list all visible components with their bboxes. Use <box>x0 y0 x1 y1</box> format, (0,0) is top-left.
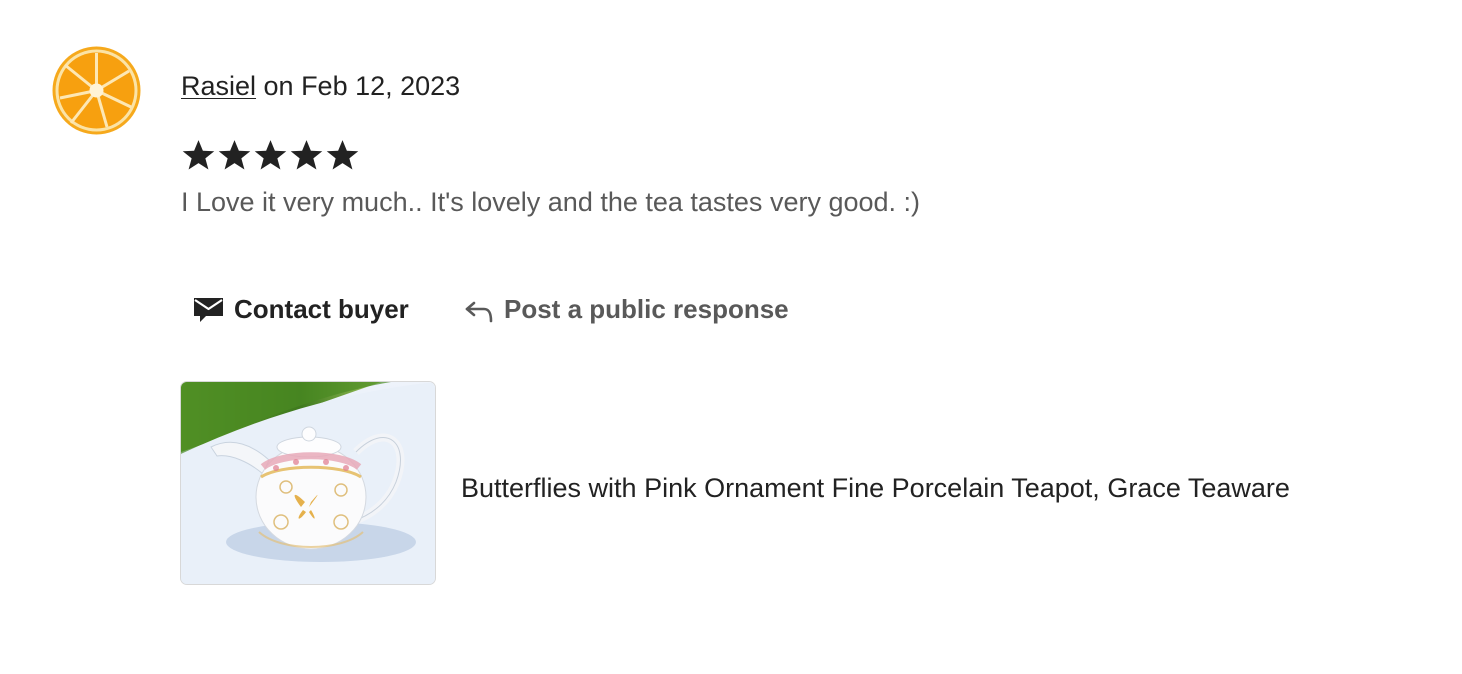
star-icon <box>218 140 251 170</box>
star-icon <box>254 140 287 170</box>
review-card: Rasiel on Feb 12, 2023 I Love it very mu… <box>0 0 1462 674</box>
contact-buyer-button[interactable]: Contact buyer <box>192 288 409 330</box>
reply-arrow-icon <box>463 295 495 323</box>
star-icon <box>326 140 359 170</box>
star-rating <box>181 136 360 174</box>
star-icon <box>182 140 215 170</box>
post-public-response-button[interactable]: Post a public response <box>463 288 789 330</box>
teapot-product-image <box>181 382 435 584</box>
product-thumbnail[interactable] <box>180 381 436 585</box>
contact-buyer-label: Contact buyer <box>234 293 409 324</box>
envelope-icon <box>192 294 225 324</box>
review-date: on Feb 12, 2023 <box>256 71 461 101</box>
post-public-response-label: Post a public response <box>504 293 789 324</box>
review-header: Rasiel on Feb 12, 2023 <box>181 68 460 104</box>
star-icon <box>290 140 323 170</box>
reviewer-name-link[interactable]: Rasiel <box>181 71 256 101</box>
review-text: I Love it very much.. It's lovely and th… <box>181 187 921 217</box>
product-title-link[interactable]: Butterflies with Pink Ornament Fine Porc… <box>461 470 1290 506</box>
orange-slice-avatar-image <box>49 43 144 138</box>
reviewer-avatar[interactable] <box>49 43 144 138</box>
